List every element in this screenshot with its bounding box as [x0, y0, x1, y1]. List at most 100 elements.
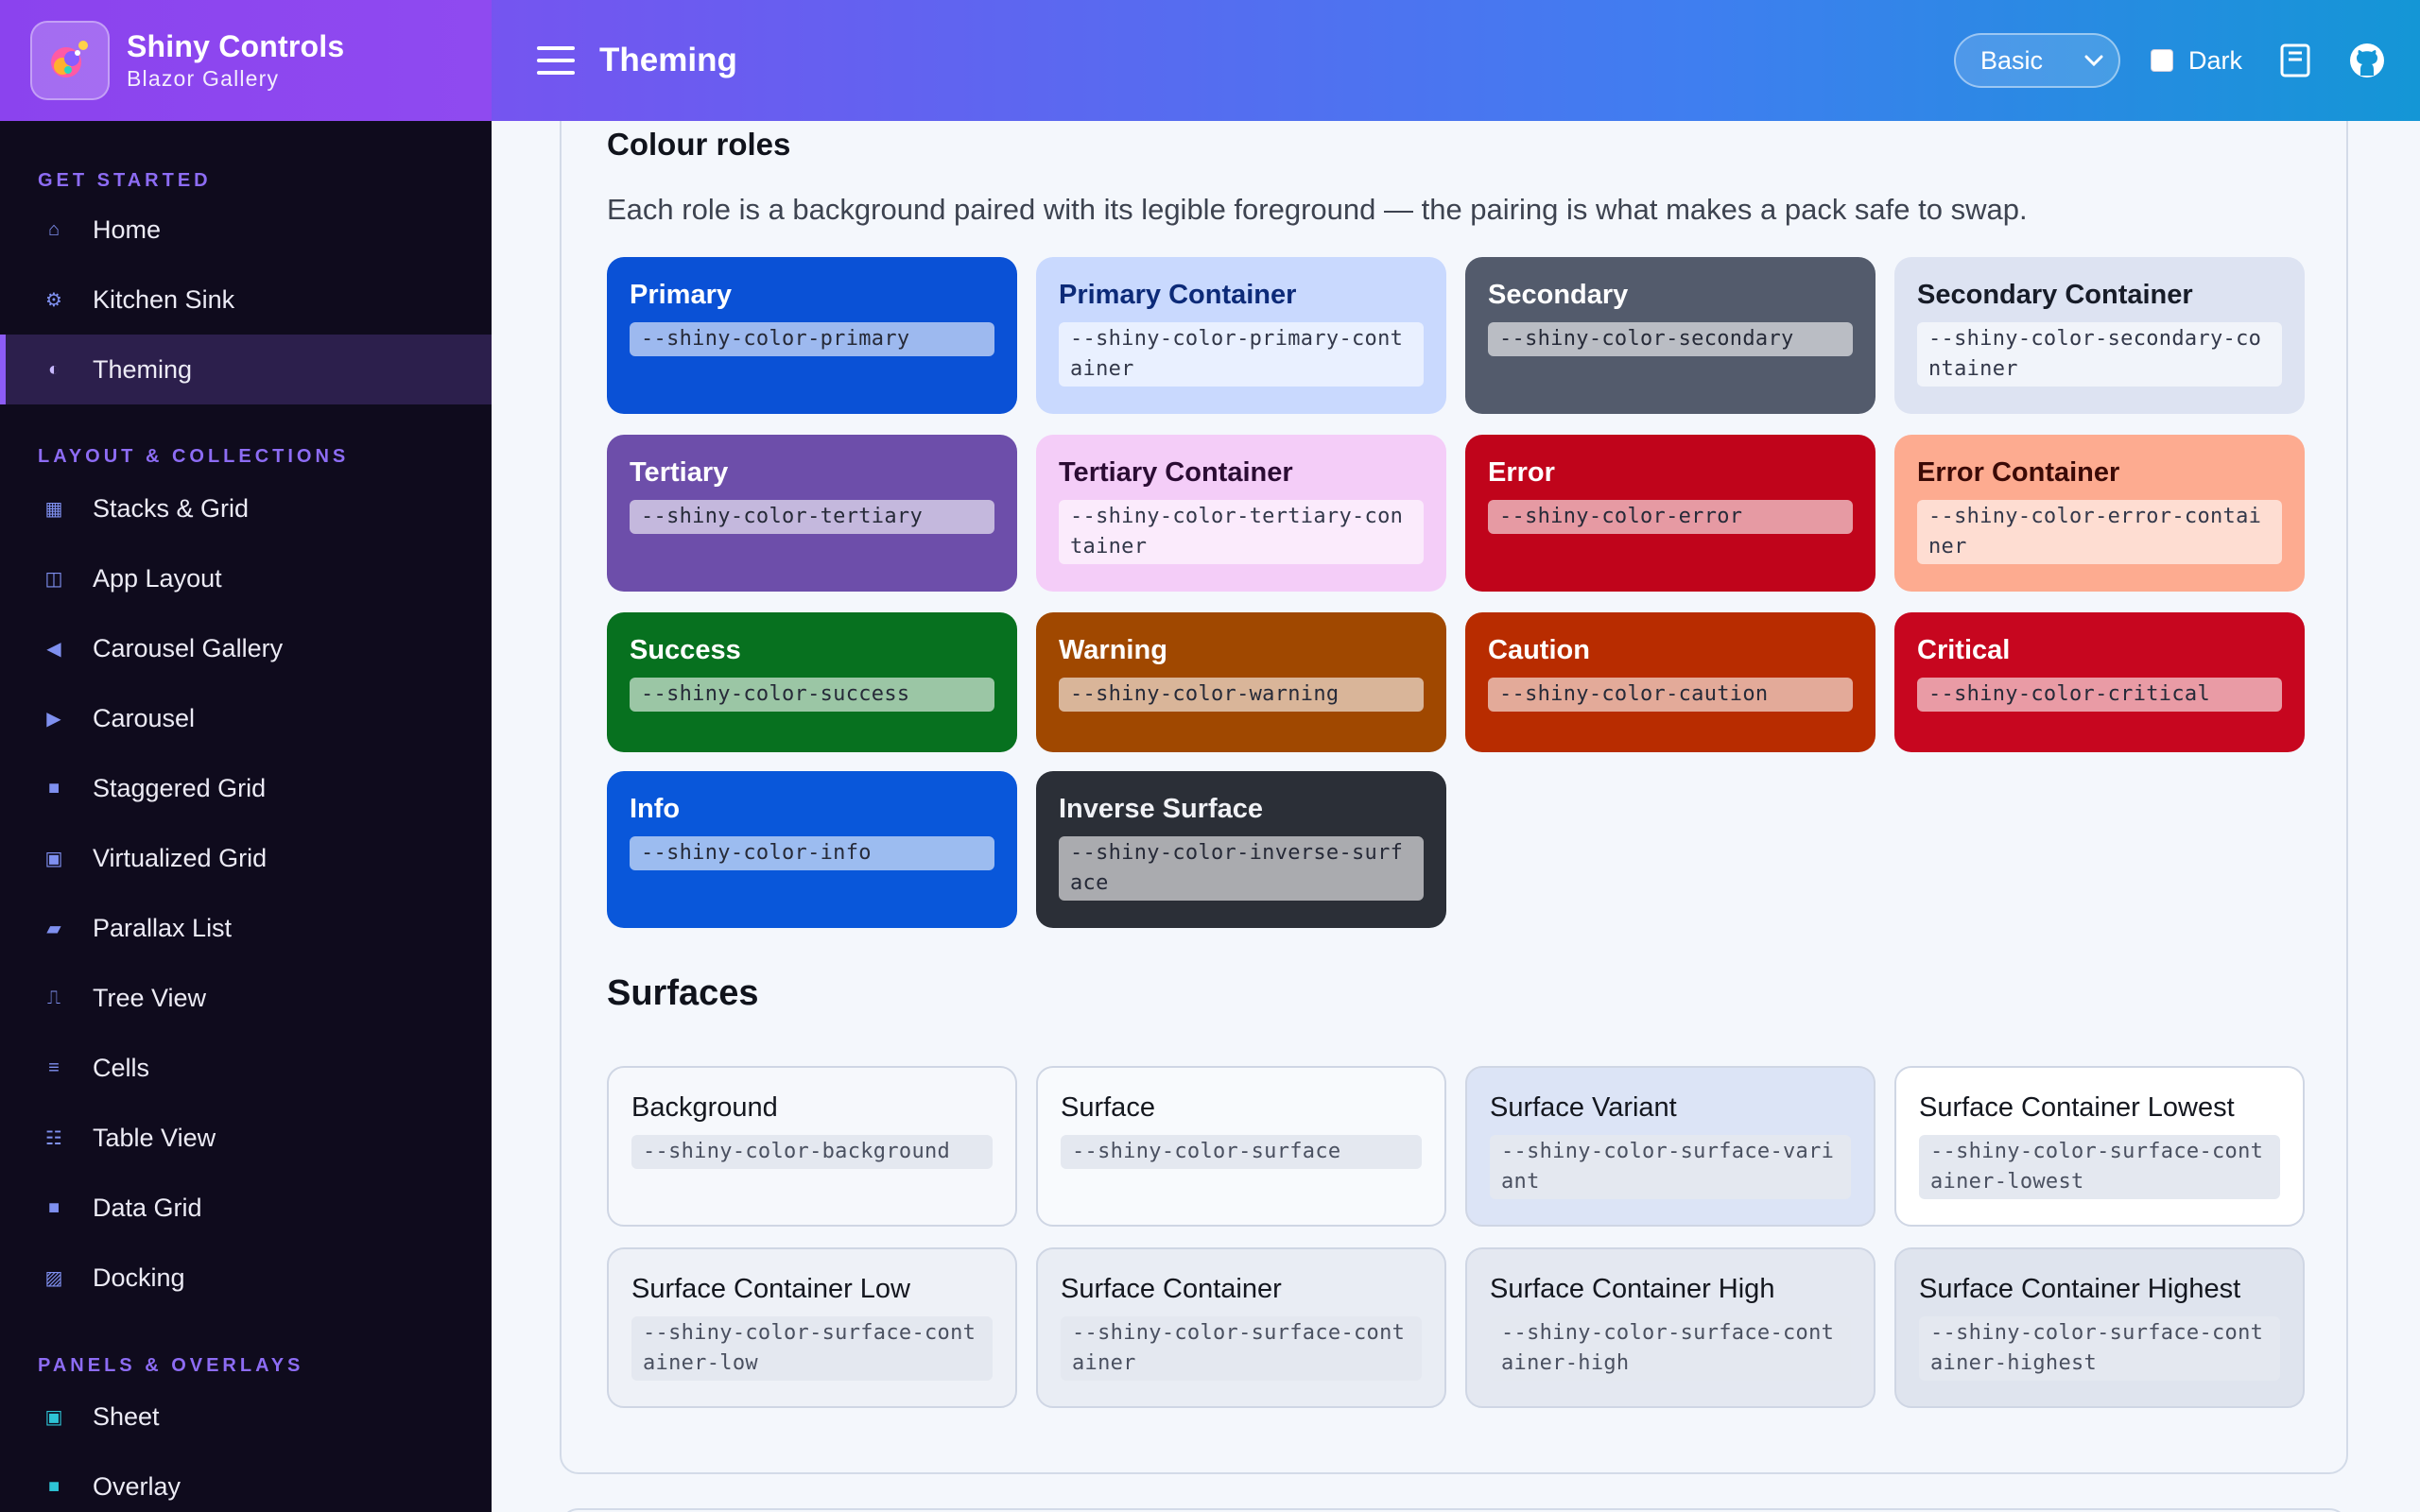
- colour-role-card: Inverse Surface --shiny-color-inverse-sur…: [1036, 771, 1446, 928]
- colour-role-token: --shiny-color-secondary: [1488, 322, 1853, 356]
- sidebar-item-home[interactable]: ⌂ Home: [0, 195, 492, 265]
- colour-role-name: Secondary: [1488, 280, 1629, 310]
- sidebar-item-label: Docking: [93, 1263, 185, 1292]
- sidebar-item-tree-view[interactable]: ⎍ Tree View: [0, 963, 492, 1033]
- sidebar-item-carousel-gallery[interactable]: ◀ Carousel Gallery: [0, 613, 492, 683]
- colour-role-card: Primary --shiny-color-primary: [607, 257, 1017, 414]
- surface-token: --shiny-color-surface-container-lowest: [1919, 1135, 2280, 1199]
- surface-name: Surface Container Low: [631, 1274, 910, 1304]
- surfaces-title: Surfaces: [607, 973, 759, 1013]
- sidebar-item-label: Virtualized Grid: [93, 843, 268, 872]
- colour-role-token: --shiny-color-inverse-surface: [1059, 836, 1424, 901]
- colour-role-card: Secondary Container --shiny-color-seconda…: [1894, 257, 2305, 414]
- docs-icon[interactable]: [2276, 42, 2314, 79]
- sidebar-item-table-view[interactable]: ☷ Table View: [0, 1103, 492, 1173]
- colour-role-card: Tertiary --shiny-color-tertiary: [607, 435, 1017, 592]
- colour-role-card: Primary Container --shiny-color-primary-c…: [1036, 257, 1446, 414]
- colour-role-name: Primary Container: [1059, 280, 1297, 310]
- surface-token: --shiny-color-surface-container-high: [1490, 1316, 1851, 1381]
- colour-role-name: Success: [630, 635, 741, 665]
- square-icon: ■: [47, 1196, 60, 1218]
- colour-role-token: --shiny-color-error: [1488, 500, 1853, 534]
- surface-card: Surface Container Highest --shiny-color-s…: [1894, 1247, 2305, 1408]
- menu-icon[interactable]: [537, 46, 575, 75]
- sidebar-item-label: Sheet: [93, 1401, 160, 1431]
- grid-icon: ▦: [44, 498, 63, 520]
- colour-role-name: Critical: [1917, 635, 2011, 665]
- sidebar-item-parallax-list[interactable]: ▰ Parallax List: [0, 893, 492, 963]
- lines-icon: ≡: [48, 1057, 60, 1078]
- surface-token: --shiny-color-surface-container-highest: [1919, 1316, 2280, 1381]
- hatched-square-icon: ▨: [44, 1267, 63, 1289]
- surface-name: Surface Container: [1061, 1274, 1282, 1304]
- theme-pack-value: Basic: [1979, 45, 2044, 75]
- colour-role-token: --shiny-color-caution: [1488, 678, 1853, 712]
- colour-role-card: Error --shiny-color-error: [1465, 435, 1876, 592]
- sidebar: GET STARTED ⌂ Home ⚙ Kitchen Sink ◐ Theming LAY…: [0, 121, 492, 1512]
- colour-roles-description: Each role is a background paired with it…: [607, 193, 2028, 226]
- next-panel: [560, 1508, 2348, 1512]
- brand-subtitle: Blazor Gallery: [127, 66, 280, 92]
- dark-mode-toggle[interactable]: Dark: [2150, 46, 2242, 76]
- sidebar-item-label: Parallax List: [93, 913, 233, 942]
- colour-role-token: --shiny-color-critical: [1917, 678, 2282, 712]
- page-title: Theming: [599, 42, 737, 78]
- sidebar-item-overlay[interactable]: ■ Overlay: [0, 1452, 492, 1512]
- surface-card: Surface Container --shiny-color-surface-c…: [1036, 1247, 1446, 1408]
- surface-token: --shiny-color-surface-container-low: [631, 1316, 993, 1381]
- surface-token: --shiny-color-surface: [1061, 1135, 1422, 1169]
- colour-role-token: --shiny-color-primary: [630, 322, 994, 356]
- sidebar-item-theming[interactable]: ◐ Theming: [0, 335, 492, 404]
- colour-role-token: --shiny-color-warning: [1059, 678, 1424, 712]
- colour-role-card: Caution --shiny-color-caution: [1465, 612, 1876, 752]
- colour-role-token: --shiny-color-secondary-container: [1917, 322, 2282, 387]
- sidebar-item-label: App Layout: [93, 563, 222, 593]
- dark-mode-checkbox[interactable]: [2150, 49, 2173, 72]
- colour-role-token: --shiny-color-primary-container: [1059, 322, 1424, 387]
- top-app-bar: Shiny Controls Blazor Gallery Theming Ba…: [0, 0, 2420, 121]
- surface-name: Surface Container Lowest: [1919, 1092, 2235, 1123]
- surface-name: Surface Variant: [1490, 1092, 1677, 1123]
- sidebar-item-label: Tree View: [93, 983, 207, 1012]
- surface-name: Surface Container Highest: [1919, 1274, 2241, 1304]
- sidebar-item-stacks-grid[interactable]: ▦ Stacks & Grid: [0, 473, 492, 543]
- colour-role-name: Caution: [1488, 635, 1590, 665]
- github-icon[interactable]: [2348, 42, 2386, 79]
- triangle-left-icon: ◀: [46, 638, 61, 660]
- square-icon: ■: [47, 777, 60, 799]
- brand-title: Shiny Controls: [127, 29, 345, 64]
- colour-role-token: --shiny-color-tertiary-container: [1059, 500, 1424, 564]
- sidebar-item-virtualized-grid[interactable]: ▣ Virtualized Grid: [0, 823, 492, 893]
- sidebar-item-label: Staggered Grid: [93, 773, 267, 802]
- sidebar-item-carousel[interactable]: ▶ Carousel: [0, 683, 492, 753]
- surface-name: Surface: [1061, 1092, 1155, 1123]
- colour-role-card: Secondary --shiny-color-secondary: [1465, 257, 1876, 414]
- sidebar-item-label: Stacks & Grid: [93, 493, 250, 523]
- theme-pack-select[interactable]: Basic: [1953, 33, 2120, 88]
- surface-token: --shiny-color-surface-variant: [1490, 1135, 1851, 1199]
- colour-role-name: Tertiary: [630, 457, 729, 488]
- colour-role-token: --shiny-color-success: [630, 678, 994, 712]
- square-outline-icon: ▣: [44, 848, 63, 869]
- sidebar-item-app-layout[interactable]: ◫ App Layout: [0, 543, 492, 613]
- colour-role-name: Inverse Surface: [1059, 794, 1264, 824]
- main-content: Colour roles Each role is a background p…: [492, 121, 2420, 1512]
- sidebar-item-sheet[interactable]: ▣ Sheet: [0, 1382, 492, 1452]
- brand[interactable]: Shiny Controls Blazor Gallery: [0, 0, 492, 121]
- colour-role-name: Info: [630, 794, 681, 824]
- sidebar-item-kitchen-sink[interactable]: ⚙ Kitchen Sink: [0, 265, 492, 335]
- sidebar-item-docking[interactable]: ▨ Docking: [0, 1243, 492, 1313]
- gear-icon: ⚙: [45, 289, 62, 311]
- sidebar-item-cells[interactable]: ≡ Cells: [0, 1033, 492, 1103]
- overlay-icon: ■: [47, 1475, 60, 1497]
- colour-roles-title: Colour roles: [607, 127, 791, 162]
- sheet-icon: ▣: [44, 1406, 63, 1428]
- half-circle-icon: ◐: [47, 358, 60, 380]
- sidebar-item-data-grid[interactable]: ■ Data Grid: [0, 1173, 492, 1243]
- surface-name: Surface Container High: [1490, 1274, 1775, 1304]
- surface-card: Surface Container Low --shiny-color-surfa…: [607, 1247, 1017, 1408]
- sidebar-item-staggered-grid[interactable]: ■ Staggered Grid: [0, 753, 492, 823]
- sidebar-item-label: Carousel Gallery: [93, 633, 284, 662]
- colour-role-card: Error Container --shiny-color-error-conta…: [1894, 435, 2305, 592]
- home-icon: ⌂: [47, 218, 60, 240]
